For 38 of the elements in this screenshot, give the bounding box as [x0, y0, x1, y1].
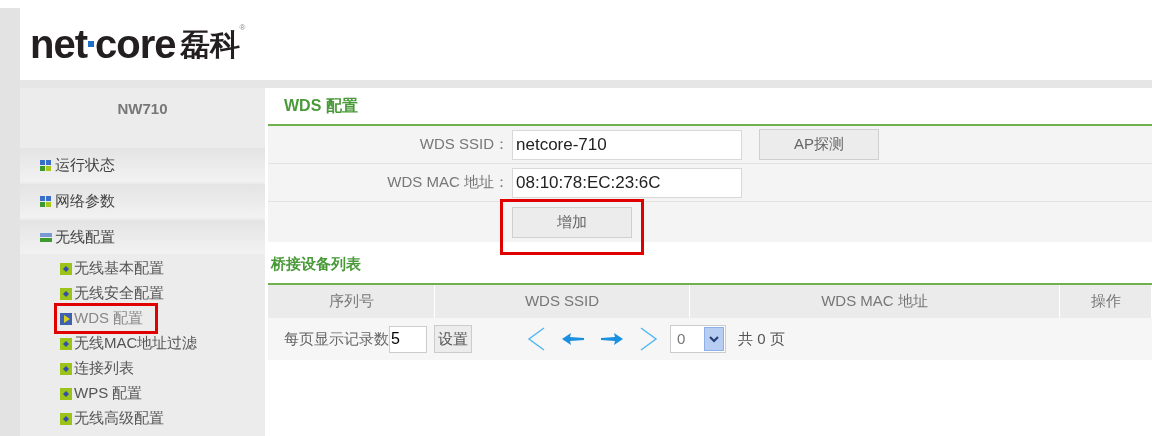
per-page-label: 每页显示记录数	[284, 328, 389, 349]
diamond-bullet-icon	[60, 287, 72, 300]
grid-icon	[40, 159, 52, 171]
sidebar-item[interactable]: 无线MAC地址过滤	[60, 331, 210, 356]
grid-icon	[40, 195, 52, 207]
sidebar-group[interactable]: 网络参数	[20, 184, 265, 218]
sidebar-item[interactable]: 连接列表	[60, 356, 146, 381]
sidebar-item[interactable]: 无线基本配置	[60, 256, 176, 281]
probe-button[interactable]: AP探测	[759, 129, 879, 160]
bars-icon	[40, 231, 52, 243]
page-select[interactable]: 0	[670, 325, 726, 353]
sidebar-item[interactable]: 无线安全配置	[60, 281, 176, 306]
chevron-down-icon	[709, 335, 719, 343]
sidebar-item[interactable]: 无线高级配置	[60, 406, 176, 431]
first-page-icon[interactable]	[527, 327, 545, 351]
logo: net core磊科®	[30, 24, 246, 64]
page-total: 共 0 页	[738, 328, 785, 349]
field-label: WDS MAC 地址：	[386, 172, 510, 193]
diamond-bullet-icon	[60, 262, 72, 275]
diamond-bullet-icon	[60, 362, 72, 375]
text-field[interactable]: netcore-710	[512, 129, 742, 160]
sidebar-group[interactable]: 运行状态	[20, 148, 265, 182]
logo-dash-icon	[88, 41, 94, 47]
next-arrow-icon[interactable]	[601, 333, 623, 345]
sidebar-group[interactable]: 无线配置	[20, 220, 265, 254]
set-button[interactable]: 设置	[434, 325, 472, 353]
previous-arrow-icon[interactable]	[562, 333, 584, 345]
triangle-bullet-icon	[60, 312, 72, 325]
field-label: WDS SSID：	[418, 134, 510, 155]
diamond-bullet-icon	[60, 337, 72, 350]
text-field[interactable]: 08:10:78:EC:23:6C	[512, 167, 742, 198]
model-name: NW710	[116, 98, 169, 119]
diamond-bullet-icon	[60, 412, 72, 425]
add-button[interactable]: 增加	[512, 206, 632, 238]
diamond-bullet-icon	[60, 387, 72, 400]
last-page-icon[interactable]	[640, 327, 658, 351]
per-page-field[interactable]: 5	[389, 325, 427, 353]
sidebar-item[interactable]: WPS 配置	[60, 381, 155, 406]
